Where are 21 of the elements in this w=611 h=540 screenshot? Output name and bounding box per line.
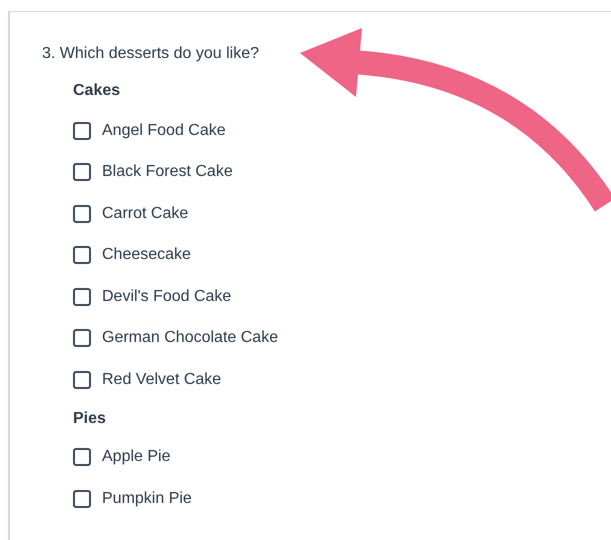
checkbox[interactable] — [73, 204, 91, 223]
group-title: Pies — [73, 408, 106, 428]
option-label[interactable]: Cheesecake — [102, 243, 191, 268]
checkbox[interactable] — [73, 122, 91, 140]
option-label[interactable]: Red Velvet Cake — [102, 368, 222, 392]
checkbox[interactable] — [73, 163, 91, 182]
checkbox[interactable] — [73, 288, 91, 306]
option-label[interactable]: Black Forest Cake — [102, 160, 233, 184]
checkbox[interactable] — [73, 246, 91, 264]
option-label[interactable]: Angel Food Cake — [102, 118, 226, 143]
question-title: 3. Which desserts do you like? — [42, 44, 259, 64]
checkbox[interactable] — [73, 448, 91, 466]
option-label[interactable]: Pumpkin Pie — [102, 486, 192, 511]
checkbox[interactable] — [73, 370, 91, 389]
checkbox[interactable] — [73, 490, 91, 508]
option-label[interactable]: German Chocolate Cake — [102, 326, 278, 350]
option-label[interactable]: Apple Pie — [102, 445, 170, 470]
option-label[interactable]: Carrot Cake — [102, 202, 188, 226]
group-title: Cakes — [73, 81, 120, 101]
option-label[interactable]: Devil's Food Cake — [102, 284, 232, 309]
checkbox[interactable] — [73, 329, 91, 348]
